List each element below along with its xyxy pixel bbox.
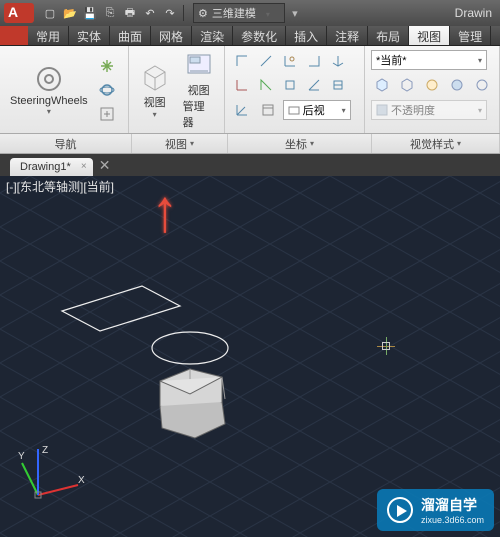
panel-title-bar: 导航 视图▾ 坐标▾ 视觉样式▾ (0, 134, 500, 154)
app-logo-icon[interactable] (4, 3, 34, 23)
steering-wheels-button[interactable]: SteeringWheels ▾ (6, 61, 92, 118)
qat-new-icon[interactable]: ▢ (41, 4, 59, 22)
document-tab[interactable]: Drawing1* × (10, 158, 93, 176)
cube-icon (139, 62, 171, 94)
drawing-canvas[interactable]: [-][东北等轴测][当前] ↑ X Y Z 溜溜自学 zixue.3d66.c… (0, 176, 500, 537)
panel-title-nav[interactable]: 导航 (0, 134, 132, 153)
document-tab-label: Drawing1* (20, 161, 71, 173)
svg-text:Z: Z (42, 445, 48, 456)
visual-style-combo[interactable]: *当前*▾ (371, 50, 487, 70)
title-bar: ▢ 📂 💾 ⎘ 🖶 ↶ ↷ ⚙三维建模▾ ▾ Drawin (0, 0, 500, 26)
qat-dropdown-icon[interactable]: ▾ (286, 4, 304, 22)
tab-layout[interactable]: 布局 (368, 26, 409, 45)
svg-text:Y: Y (18, 451, 25, 462)
named-ucs-icon[interactable] (257, 99, 279, 121)
qat-redo-icon[interactable]: ↷ (161, 4, 179, 22)
panel-title-view[interactable]: 视图▾ (132, 134, 228, 153)
vs-icon-5[interactable] (471, 74, 493, 96)
opacity-label: 不透明度 (391, 102, 435, 118)
ucs-icon-1[interactable] (231, 50, 253, 72)
tab-annotate[interactable]: 注释 (327, 26, 368, 45)
orbit-icon[interactable] (96, 79, 118, 101)
steering-wheels-label: SteeringWheels (10, 95, 88, 107)
steering-wheels-icon (33, 63, 65, 95)
panel-nav: SteeringWheels ▾ (0, 46, 129, 133)
ucs-icon-4[interactable] (303, 50, 325, 72)
vs-icon-4[interactable] (446, 74, 468, 96)
tab-render[interactable]: 渲染 (192, 26, 233, 45)
watermark: 溜溜自学 zixue.3d66.com (377, 489, 494, 531)
view-button-label: 视图 (144, 94, 166, 110)
qat-saveas-icon[interactable]: ⎘ (101, 4, 119, 22)
panel-title-coord[interactable]: 坐标▾ (228, 134, 372, 153)
view-manager-label-1: 视图 (188, 82, 210, 98)
tab-insert[interactable]: 插入 (286, 26, 327, 45)
ucs-icon-9[interactable] (303, 74, 325, 96)
named-view-combo[interactable]: 后视 ▾ (283, 100, 351, 120)
play-icon (387, 497, 413, 523)
pan-icon[interactable] (96, 55, 118, 77)
close-icon[interactable]: × (81, 161, 87, 172)
viewport-label[interactable]: [-][东北等轴测][当前] (6, 178, 114, 195)
tab-mesh[interactable]: 网格 (151, 26, 192, 45)
opacity-combo: 不透明度 ▾ (371, 100, 487, 120)
ucs-icon-7[interactable] (255, 74, 277, 96)
annotation-arrow-icon: ↑ (152, 176, 179, 245)
panel-visual: *当前*▾ 不透明度 ▾ (365, 46, 500, 133)
panel-view: 视图 ▾ 视图 管理器 (129, 46, 225, 133)
workspace-selector[interactable]: ⚙三维建模▾ (193, 3, 285, 23)
vs-icon-3[interactable] (421, 74, 443, 96)
qat-print-icon[interactable]: 🖶 (121, 4, 139, 22)
document-title: Drawin (455, 6, 492, 20)
ucs-icon-8[interactable] (279, 74, 301, 96)
chevron-down-icon: ▾ (153, 110, 157, 119)
document-tab-strip: Drawing1* × ✕ (0, 154, 500, 176)
tab-solid[interactable]: 实体 (69, 26, 110, 45)
chevron-down-icon: ▾ (47, 107, 51, 116)
ucs-icon-6[interactable] (231, 74, 253, 96)
qat-undo-icon[interactable]: ↶ (141, 4, 159, 22)
vs-icon-1[interactable] (371, 74, 393, 96)
ribbon-tab-strip: 常用 实体 曲面 网格 渲染 参数化 插入 注释 布局 视图 管理 (0, 26, 500, 46)
ucs-icon-10[interactable] (327, 74, 349, 96)
visual-style-label: *当前* (376, 52, 407, 68)
watermark-title: 溜溜自学 (421, 495, 484, 515)
app-menu-button[interactable] (0, 26, 28, 45)
view-button[interactable]: 视图 ▾ (135, 60, 175, 121)
named-view-label: 后视 (303, 102, 325, 118)
new-tab-icon[interactable]: ✕ (99, 157, 111, 176)
ucs-icon-3[interactable] (279, 50, 301, 72)
ucs-icon-2[interactable] (255, 50, 277, 72)
panel-title-visual[interactable]: 视觉样式▾ (372, 134, 500, 153)
panel-coord: 后视 ▾ (225, 46, 365, 133)
tab-manage[interactable]: 管理 (450, 26, 491, 45)
tab-home[interactable]: 常用 (28, 26, 69, 45)
view-manager-icon (183, 50, 215, 82)
svg-text:X: X (78, 475, 85, 486)
tab-surface[interactable]: 曲面 (110, 26, 151, 45)
workspace-label: 三维建模 (212, 8, 256, 20)
zoom-extents-icon[interactable] (96, 103, 118, 125)
vs-icon-2[interactable] (396, 74, 418, 96)
ucs-icon: X Y Z (18, 445, 88, 515)
qat-save-icon[interactable]: 💾 (81, 4, 99, 22)
tab-view[interactable]: 视图 (409, 26, 450, 45)
tab-parametric[interactable]: 参数化 (233, 26, 286, 45)
watermark-url: zixue.3d66.com (421, 515, 484, 525)
qat-open-icon[interactable]: 📂 (61, 4, 79, 22)
view-manager-label-2: 管理器 (183, 98, 215, 130)
ribbon: SteeringWheels ▾ 视图 ▾ (0, 46, 500, 134)
ucs-world-icon[interactable] (231, 99, 253, 121)
qat-separator (183, 5, 184, 21)
ucs-icon-5[interactable] (327, 50, 349, 72)
view-manager-button[interactable]: 视图 管理器 (179, 48, 219, 132)
